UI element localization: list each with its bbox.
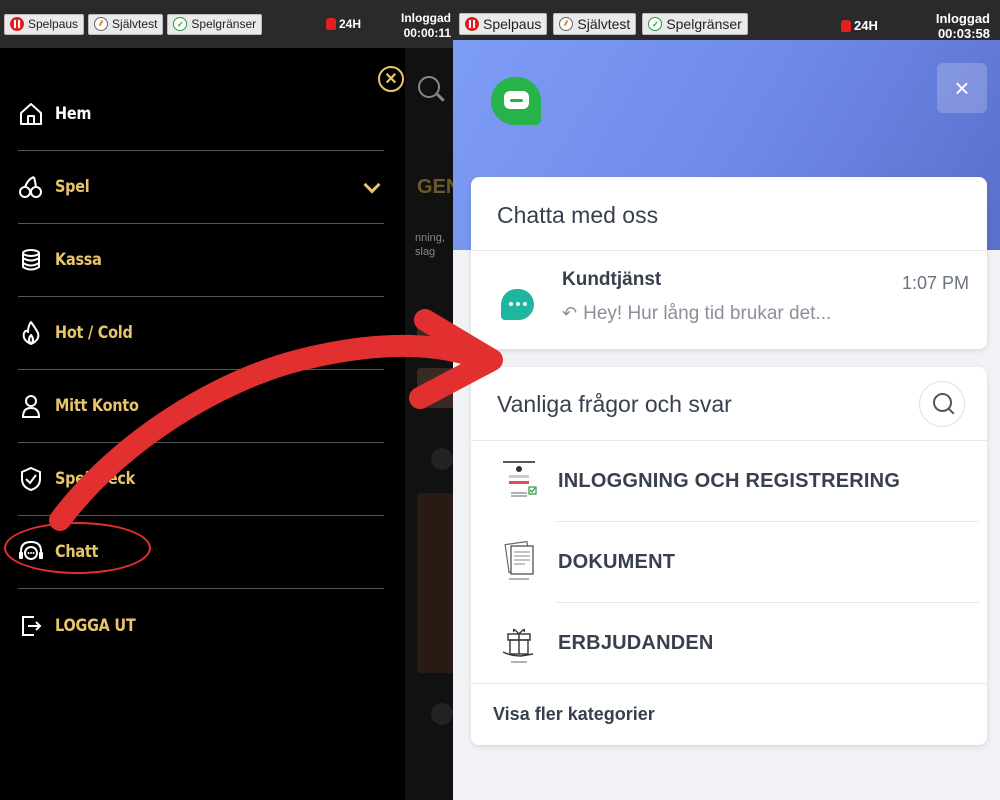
menu-item-mitt-konto[interactable]: Mitt Konto	[18, 370, 384, 443]
menu-item-kassa[interactable]: Kassa	[18, 224, 384, 297]
shield-check-icon	[18, 466, 44, 492]
faq-item-dokument[interactable]: DOKUMENT	[471, 522, 987, 603]
left-topbar: Spelpaus Självtest ✓ Spelgränser 24H Inlo…	[0, 0, 453, 48]
spelgranser-button[interactable]: ✓ Spelgränser	[642, 13, 748, 35]
side-menu-panel: GEN nning,slag ✕ Hem Spel Kassa Hot / Co…	[0, 48, 453, 800]
sjalvtest-button[interactable]: Självtest	[88, 13, 164, 35]
spelpaus-button[interactable]: Spelpaus	[459, 13, 548, 35]
menu-item-spel[interactable]: Spel	[18, 151, 384, 224]
search-icon[interactable]	[418, 76, 440, 98]
cherries-icon	[18, 174, 44, 200]
login-registration-icon	[503, 461, 537, 497]
session-timer: Inloggad 00:03:58	[935, 11, 990, 41]
main-menu: Hem Spel Kassa Hot / Cold Mitt Konto Spe…	[18, 78, 384, 662]
menu-item-hot-cold[interactable]: Hot / Cold	[18, 297, 384, 370]
limit-icon: ✓	[648, 17, 663, 31]
reply-icon: ↶	[562, 303, 578, 323]
flame-icon	[18, 320, 44, 346]
faq-card: Vanliga frågor och svar INLOGGNING OCH R…	[471, 367, 987, 745]
gauge-icon	[559, 17, 574, 31]
24h-indicator[interactable]: 24H	[326, 17, 361, 31]
background-page-peek: GEN nning,slag	[405, 48, 453, 800]
more-categories-link[interactable]: Visa fler kategorier	[471, 683, 987, 745]
close-widget-button[interactable]: ×	[937, 63, 987, 113]
logout-icon	[18, 613, 44, 639]
conversation-preview: ↶ Hey! Hur lång tid brukar det...	[562, 303, 832, 324]
menu-item-logga-ut[interactable]: LOGGA UT	[18, 589, 384, 662]
document-icon	[504, 540, 534, 580]
chat-widget: × Chatta med oss Kundtjänst 1:07 PM ↶ Hey…	[453, 40, 1000, 800]
chat-logo-icon	[491, 77, 541, 125]
24h-indicator[interactable]: 24H	[841, 18, 878, 33]
pause-icon	[465, 17, 479, 31]
conversation-item[interactable]: Kundtjänst 1:07 PM ↶ Hey! Hur lång tid br…	[471, 251, 987, 349]
chat-card: Chatta med oss Kundtjänst 1:07 PM ↶ Hey! …	[471, 177, 987, 349]
faq-search-button[interactable]	[919, 381, 965, 427]
faq-header: Vanliga frågor och svar	[471, 367, 987, 441]
conversation-name: Kundtjänst	[562, 269, 662, 290]
stop-hand-icon	[326, 18, 336, 30]
faq-item-login[interactable]: INLOGGNING OCH REGISTRERING	[471, 441, 987, 522]
gauge-icon	[94, 17, 109, 31]
user-icon	[18, 393, 44, 419]
faq-title: Vanliga frågor och svar	[497, 391, 732, 417]
gift-icon	[502, 628, 534, 663]
session-timer: Inloggad 00:00:11	[401, 11, 451, 40]
conversation-time: 1:07 PM	[901, 273, 969, 293]
faq-item-erbjudanden[interactable]: ERBJUDANDEN	[471, 603, 987, 684]
stop-hand-icon	[841, 19, 851, 32]
spelgranser-button[interactable]: ✓ Spelgränser	[167, 13, 263, 35]
home-icon	[18, 101, 44, 127]
limit-icon: ✓	[173, 17, 188, 31]
chat-bubble-icon	[501, 289, 534, 320]
menu-item-spelcheck[interactable]: Spelcheck	[18, 443, 384, 516]
annotation-ellipse	[4, 522, 151, 574]
pause-icon	[10, 17, 24, 31]
coins-icon	[18, 247, 44, 273]
menu-item-hem[interactable]: Hem	[18, 78, 384, 151]
chat-card-title: Chatta med oss	[471, 177, 987, 251]
chevron-down-icon[interactable]	[363, 176, 381, 194]
sjalvtest-button[interactable]: Självtest	[553, 13, 637, 35]
spelpaus-button[interactable]: Spelpaus	[4, 13, 85, 35]
